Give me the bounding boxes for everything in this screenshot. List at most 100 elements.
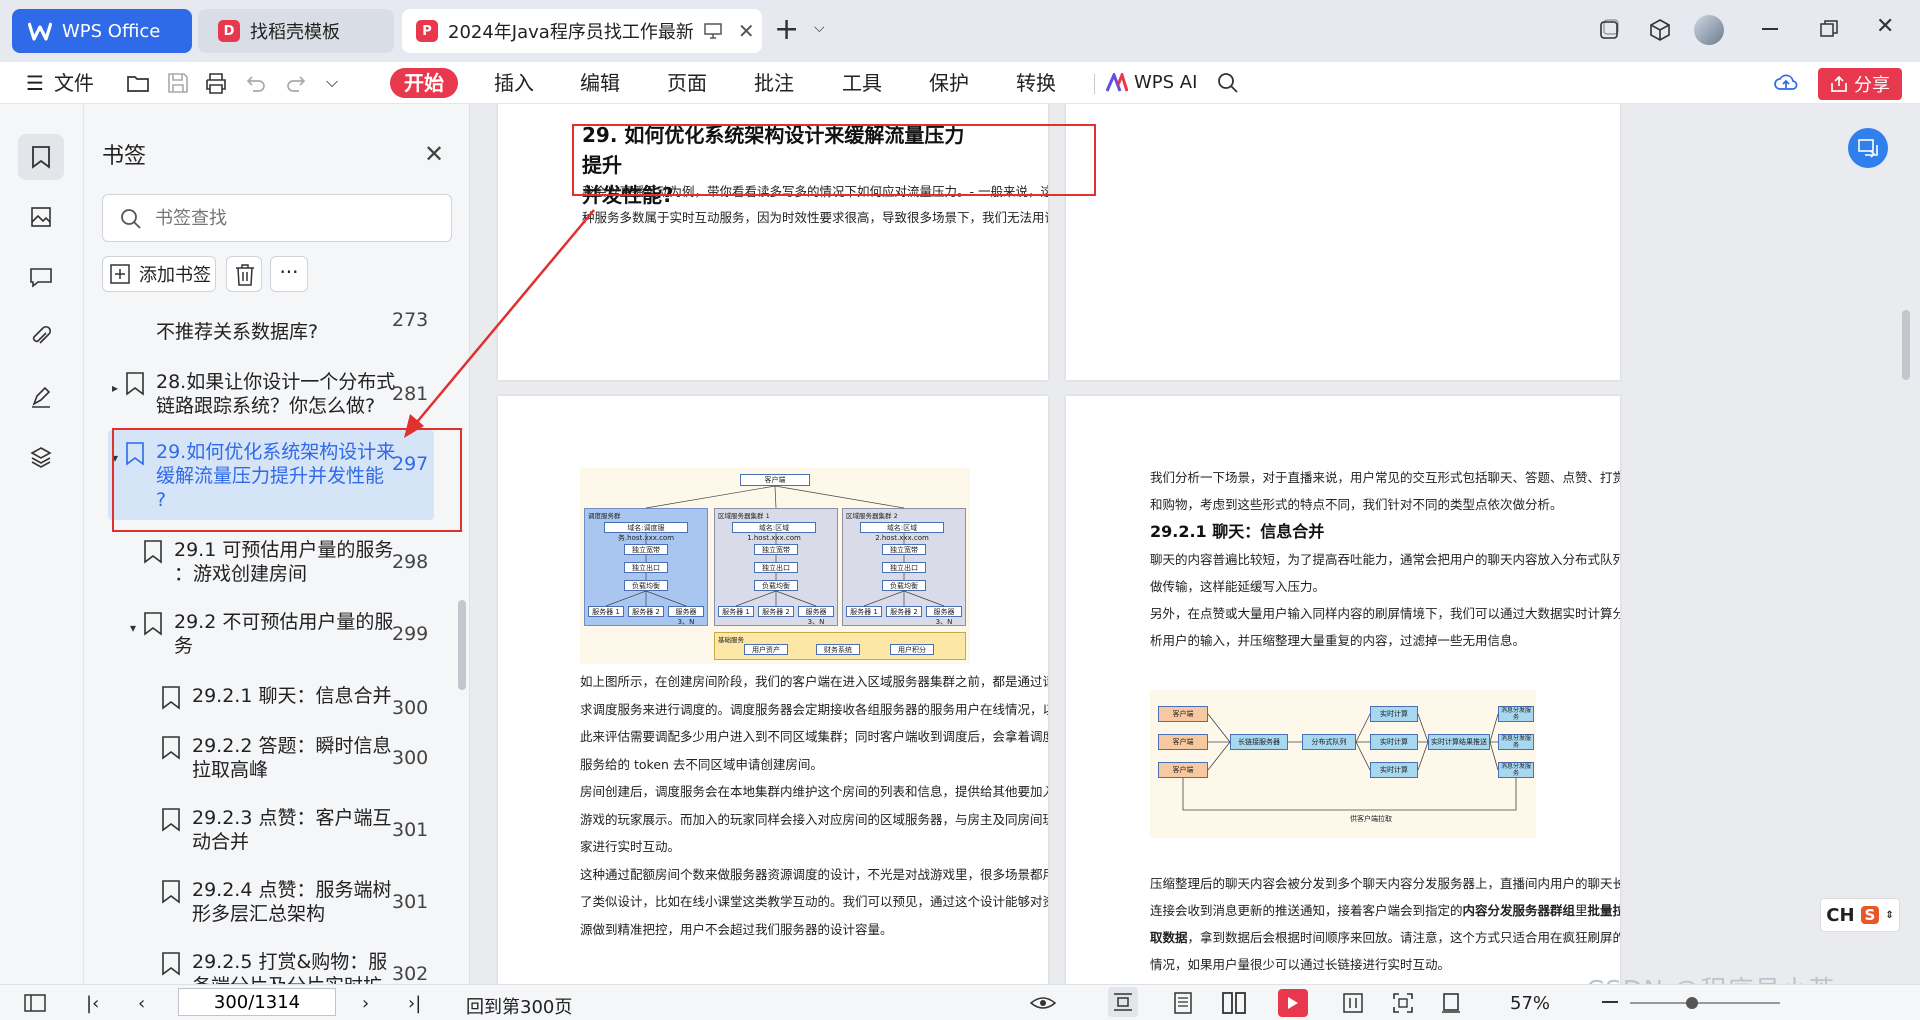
fit-page-icon[interactable]	[1440, 992, 1462, 1014]
file-menu[interactable]: ☰ 文件	[26, 68, 94, 98]
menu-insert[interactable]: 插入	[494, 68, 534, 98]
zoom-slider-handle[interactable]	[1686, 997, 1698, 1009]
sidebar-toggle-icon[interactable]	[24, 993, 46, 1013]
prev-page-icon[interactable]: ‹	[138, 993, 145, 1014]
floating-convert-button[interactable]	[1848, 128, 1888, 168]
bookmark-item[interactable]: 29.1 可预估用户量的服务 ：游戏创建房间 298	[144, 538, 432, 608]
rail-attachment-button[interactable]	[18, 314, 64, 360]
diagram-connectors	[605, 485, 945, 607]
two-page-icon[interactable]	[1222, 992, 1246, 1014]
bold-text: 内容分发服务器群组	[1462, 903, 1576, 918]
chevron-right-icon[interactable]: ▸	[112, 376, 118, 400]
wps-ai-icon	[1106, 73, 1128, 92]
menu-page[interactable]: 页面	[667, 68, 707, 98]
cloud-upload-icon[interactable]	[1774, 71, 1798, 95]
menu-protect[interactable]: 保护	[929, 68, 969, 98]
first-page-icon[interactable]: |‹	[86, 993, 99, 1014]
bookmark-search[interactable]	[102, 194, 452, 242]
ime-logo-icon: S	[1860, 906, 1880, 924]
add-bookmark-button[interactable]: 添加书签	[102, 256, 216, 292]
menu-convert[interactable]: 转换	[1016, 68, 1056, 98]
redo-icon[interactable]	[284, 71, 308, 95]
undo-icon[interactable]	[244, 71, 268, 95]
bookmark-label: 29.2.4 点赞：服务端树 形多层汇总架构	[192, 879, 392, 925]
search-icon[interactable]	[1216, 71, 1240, 95]
next-page-icon[interactable]: ›	[362, 993, 369, 1014]
menu-annotate[interactable]: 批注	[754, 68, 794, 98]
annotation-box-bookmark	[112, 428, 462, 532]
print-icon[interactable]	[204, 71, 228, 95]
tab-document[interactable]: P 2024年Java程序员找工作最新 ✕	[402, 9, 762, 53]
close-panel-icon[interactable]: ✕	[424, 140, 444, 168]
last-page-icon[interactable]: ›|	[408, 993, 421, 1014]
open-folder-icon[interactable]	[126, 71, 150, 95]
bookmark-search-input[interactable]	[155, 205, 435, 231]
menu-edit[interactable]: 编辑	[580, 68, 620, 98]
paragraph-line: 取数据，拿到数据后会根据时间顺序来回放。请注意，这个方式只适合用在疯狂刷屏的	[1150, 924, 1620, 952]
chevron-down-icon[interactable]: ⌵	[814, 20, 825, 36]
share-label: 分享	[1854, 75, 1890, 96]
minimize-icon[interactable]	[1762, 28, 1778, 30]
eye-icon[interactable]	[1030, 993, 1056, 1013]
monitor-icon	[704, 23, 722, 39]
bookmark-item[interactable]: 29.2.4 点赞：服务端树 形多层汇总架构 301	[162, 878, 432, 948]
comment-icon	[30, 268, 52, 288]
goto-page-label[interactable]: 回到第300页	[466, 993, 572, 1019]
bookmark-icon	[162, 880, 180, 904]
chat-merge-diagram: 客户端 客户端 客户端 长链接服务器 分布式队列 实时计算 实时计算 实时计算 …	[1150, 690, 1536, 838]
zoom-level[interactable]: 57%	[1510, 993, 1550, 1014]
page-number-input[interactable]	[178, 988, 336, 1016]
paragraph-line: 析用户的输入，并压缩整理大量重复的内容，过滤掉一些无用信息。	[1150, 633, 1526, 648]
bookmark-label: 29.2.2 答题：瞬时信息 拉取高峰	[192, 735, 392, 781]
zoom-slider[interactable]	[1630, 997, 1780, 1009]
ime-indicator[interactable]: CH S ⇕	[1820, 898, 1900, 932]
bookmark-item[interactable]: ▾ 29.2 不可预估用户量的服 务 299	[130, 610, 432, 680]
menu-start[interactable]: 开始	[390, 68, 458, 98]
rail-thumbnail-button[interactable]	[18, 194, 64, 240]
tab-template[interactable]: D 找稻壳模板	[198, 9, 394, 53]
bookmark-page-number: 300	[392, 747, 429, 769]
hamburger-icon: ☰	[26, 71, 44, 95]
bookmark-item[interactable]: 29.2.3 点赞：客户端互 动合并 301	[162, 806, 432, 876]
rail-layers-button[interactable]	[18, 434, 64, 480]
fit-width-icon	[1114, 993, 1132, 1011]
paperclip-icon	[32, 325, 52, 344]
cube-icon[interactable]	[1648, 18, 1672, 42]
save-icon[interactable]	[166, 71, 190, 95]
paragraph-line: 求调度服务来进行调度的。调度服务器会定期接收各组服务器的服务用户在线情况，以	[580, 701, 1048, 717]
more-options-button[interactable]: ···	[270, 256, 308, 292]
user-avatar[interactable]	[1694, 15, 1724, 45]
menu-divider	[1094, 74, 1095, 94]
paragraph-line: 和购物，考虑到这些形式的特点不同，我们针对不同的类型点依次做分析。	[1150, 497, 1563, 512]
restore-icon[interactable]	[1820, 20, 1838, 38]
close-window-icon[interactable]: ✕	[1876, 14, 1894, 39]
share-button[interactable]: 分享	[1818, 68, 1902, 100]
menu-bar: ☰ 文件 ⌵ 开始 插入 编辑 页面 批注 工具 保护 转换 WPS AI 分享	[0, 62, 1920, 104]
document-scrollbar[interactable]	[1902, 310, 1910, 380]
paragraph-line: 家进行实时互动。	[580, 839, 681, 854]
page-view-icon[interactable]	[1174, 992, 1192, 1014]
rail-sign-button[interactable]	[18, 374, 64, 420]
delete-bookmark-button[interactable]	[226, 256, 262, 292]
toolbar-more-chevron-icon[interactable]: ⌵	[326, 72, 338, 92]
text-run: 连接会收到消息更新的推送通知，接着客户端会到指定的	[1150, 903, 1463, 918]
window-tile-icon[interactable]	[1598, 19, 1620, 41]
bookmark-label: 不推荐关系数据库?	[156, 321, 319, 343]
add-bookmark-label: 添加书签	[139, 265, 211, 286]
zoom-out-icon[interactable]	[1602, 1001, 1618, 1003]
paragraph-line: 另外，在点赞或大量用户输入同样内容的刷屏情境下，我们可以通过大数据实时计算分	[1150, 606, 1620, 621]
panel-scrollbar[interactable]	[458, 600, 466, 690]
paragraph-line: 如上图所示，在创建房间阶段，我们的客户端在进入区域服务器集群之前，都是通过请	[580, 674, 1048, 689]
fullscreen-icon[interactable]	[1392, 992, 1414, 1014]
tab-wps-office[interactable]: WPS Office	[12, 9, 192, 53]
wps-ai-button[interactable]: WPS AI	[1106, 68, 1197, 98]
grid-view-icon[interactable]	[1342, 992, 1364, 1014]
rail-bookmark-button[interactable]	[18, 134, 64, 180]
chevron-down-icon[interactable]: ▾	[130, 616, 136, 640]
bookmark-item[interactable]: 29.2.2 答题：瞬时信息 拉取高峰 300	[162, 734, 432, 804]
close-tab-icon[interactable]: ✕	[738, 19, 755, 43]
play-button[interactable]	[1278, 989, 1308, 1017]
new-tab-button[interactable]: +	[774, 12, 799, 47]
rail-comment-button[interactable]	[18, 254, 64, 300]
menu-tools[interactable]: 工具	[842, 68, 882, 98]
